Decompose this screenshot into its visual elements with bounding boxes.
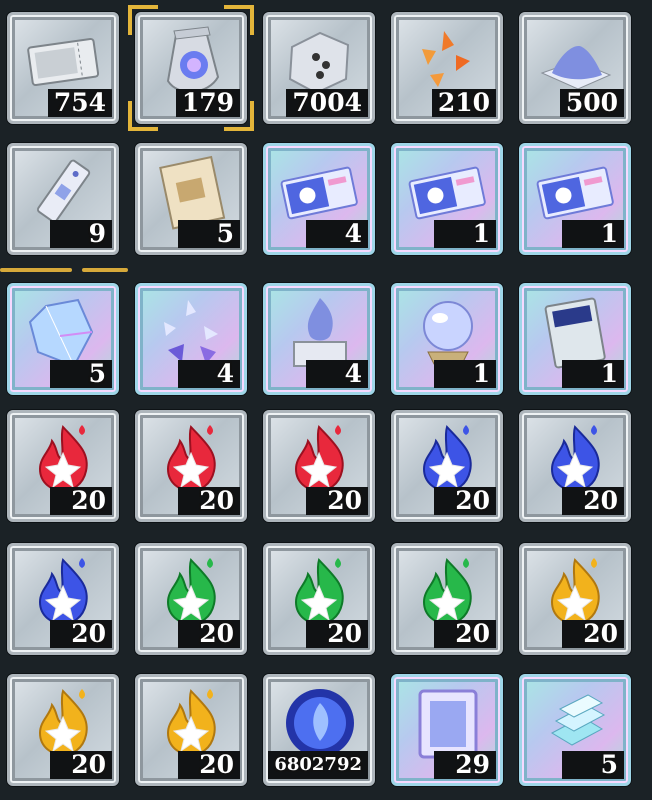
inventory-slot[interactable]: 20 bbox=[7, 674, 119, 786]
item-quantity: 500 bbox=[559, 89, 624, 117]
inventory-slot[interactable]: 20 bbox=[7, 410, 119, 522]
inventory-slot[interactable]: 4 bbox=[263, 143, 375, 255]
inventory-slot[interactable]: 20 bbox=[263, 543, 375, 655]
item-quantity: 1 bbox=[562, 360, 624, 388]
item-quantity: 20 bbox=[562, 620, 624, 648]
item-quantity: 20 bbox=[306, 620, 368, 648]
inventory-slot[interactable]: 5 bbox=[7, 283, 119, 395]
inventory-slot[interactable]: 20 bbox=[135, 543, 247, 655]
item-quantity: 179 bbox=[175, 89, 240, 117]
item-quantity: 4 bbox=[306, 220, 368, 248]
item-quantity: 1 bbox=[434, 360, 496, 388]
item-quantity: 20 bbox=[178, 751, 240, 779]
item-quantity: 20 bbox=[306, 487, 368, 515]
item-quantity: 20 bbox=[434, 620, 496, 648]
inventory-slot[interactable]: 4 bbox=[135, 283, 247, 395]
item-quantity: 1 bbox=[562, 220, 624, 248]
inventory-slot[interactable]: 5 bbox=[519, 674, 631, 786]
inventory-slot[interactable]: 9 bbox=[7, 143, 119, 255]
inventory-slot[interactable]: 29 bbox=[391, 674, 503, 786]
item-quantity: 5 bbox=[562, 751, 624, 779]
inventory-slot[interactable]: 5 bbox=[135, 143, 247, 255]
inventory-slot[interactable]: 20 bbox=[519, 410, 631, 522]
inventory-slot[interactable]: 20 bbox=[135, 410, 247, 522]
inventory-slot[interactable]: 20 bbox=[135, 674, 247, 786]
inventory-slot[interactable]: 20 bbox=[7, 543, 119, 655]
blue-orb-icon bbox=[286, 689, 354, 757]
inventory-slot[interactable]: 20 bbox=[263, 410, 375, 522]
item-quantity: 20 bbox=[178, 620, 240, 648]
inventory-slot[interactable]: 754 bbox=[7, 12, 119, 124]
item-quantity: 20 bbox=[50, 620, 112, 648]
item-quantity: 754 bbox=[47, 89, 112, 117]
item-quantity: 20 bbox=[50, 487, 112, 515]
item-quantity: 9 bbox=[50, 220, 112, 248]
item-quantity: 4 bbox=[178, 360, 240, 388]
inventory-slot[interactable]: 1 bbox=[519, 283, 631, 395]
inventory-grid: 754 179 7004 210 500 9 5 4 1 1 5 4 4 1 1 20 20 20 20 2… bbox=[0, 0, 652, 800]
section-divider bbox=[0, 268, 652, 276]
inventory-slot[interactable]: 20 bbox=[391, 410, 503, 522]
inventory-slot[interactable]: 20 bbox=[519, 543, 631, 655]
item-quantity: 20 bbox=[434, 487, 496, 515]
inventory-slot[interactable]: 179 bbox=[128, 5, 254, 131]
selection-frame-corner bbox=[128, 101, 158, 131]
item-quantity: 210 bbox=[431, 89, 496, 117]
item-quantity: 29 bbox=[434, 751, 496, 779]
inventory-slot[interactable]: 210 bbox=[391, 12, 503, 124]
inventory-slot[interactable]: 6802792 bbox=[263, 674, 375, 786]
inventory-slot[interactable]: 1 bbox=[391, 143, 503, 255]
inventory-slot[interactable]: 1 bbox=[391, 283, 503, 395]
inventory-slot[interactable]: 7004 bbox=[263, 12, 375, 124]
inventory-slot[interactable]: 500 bbox=[519, 12, 631, 124]
item-quantity: 20 bbox=[50, 751, 112, 779]
item-quantity: 6802792 bbox=[268, 751, 368, 779]
item-quantity: 1 bbox=[434, 220, 496, 248]
item-quantity: 5 bbox=[50, 360, 112, 388]
inventory-slot[interactable]: 1 bbox=[519, 143, 631, 255]
item-quantity: 20 bbox=[178, 487, 240, 515]
inventory-slot[interactable]: 20 bbox=[391, 543, 503, 655]
item-quantity: 7004 bbox=[286, 89, 368, 117]
item-quantity: 20 bbox=[562, 487, 624, 515]
inventory-slot[interactable]: 4 bbox=[263, 283, 375, 395]
item-quantity: 4 bbox=[306, 360, 368, 388]
item-quantity: 5 bbox=[178, 220, 240, 248]
